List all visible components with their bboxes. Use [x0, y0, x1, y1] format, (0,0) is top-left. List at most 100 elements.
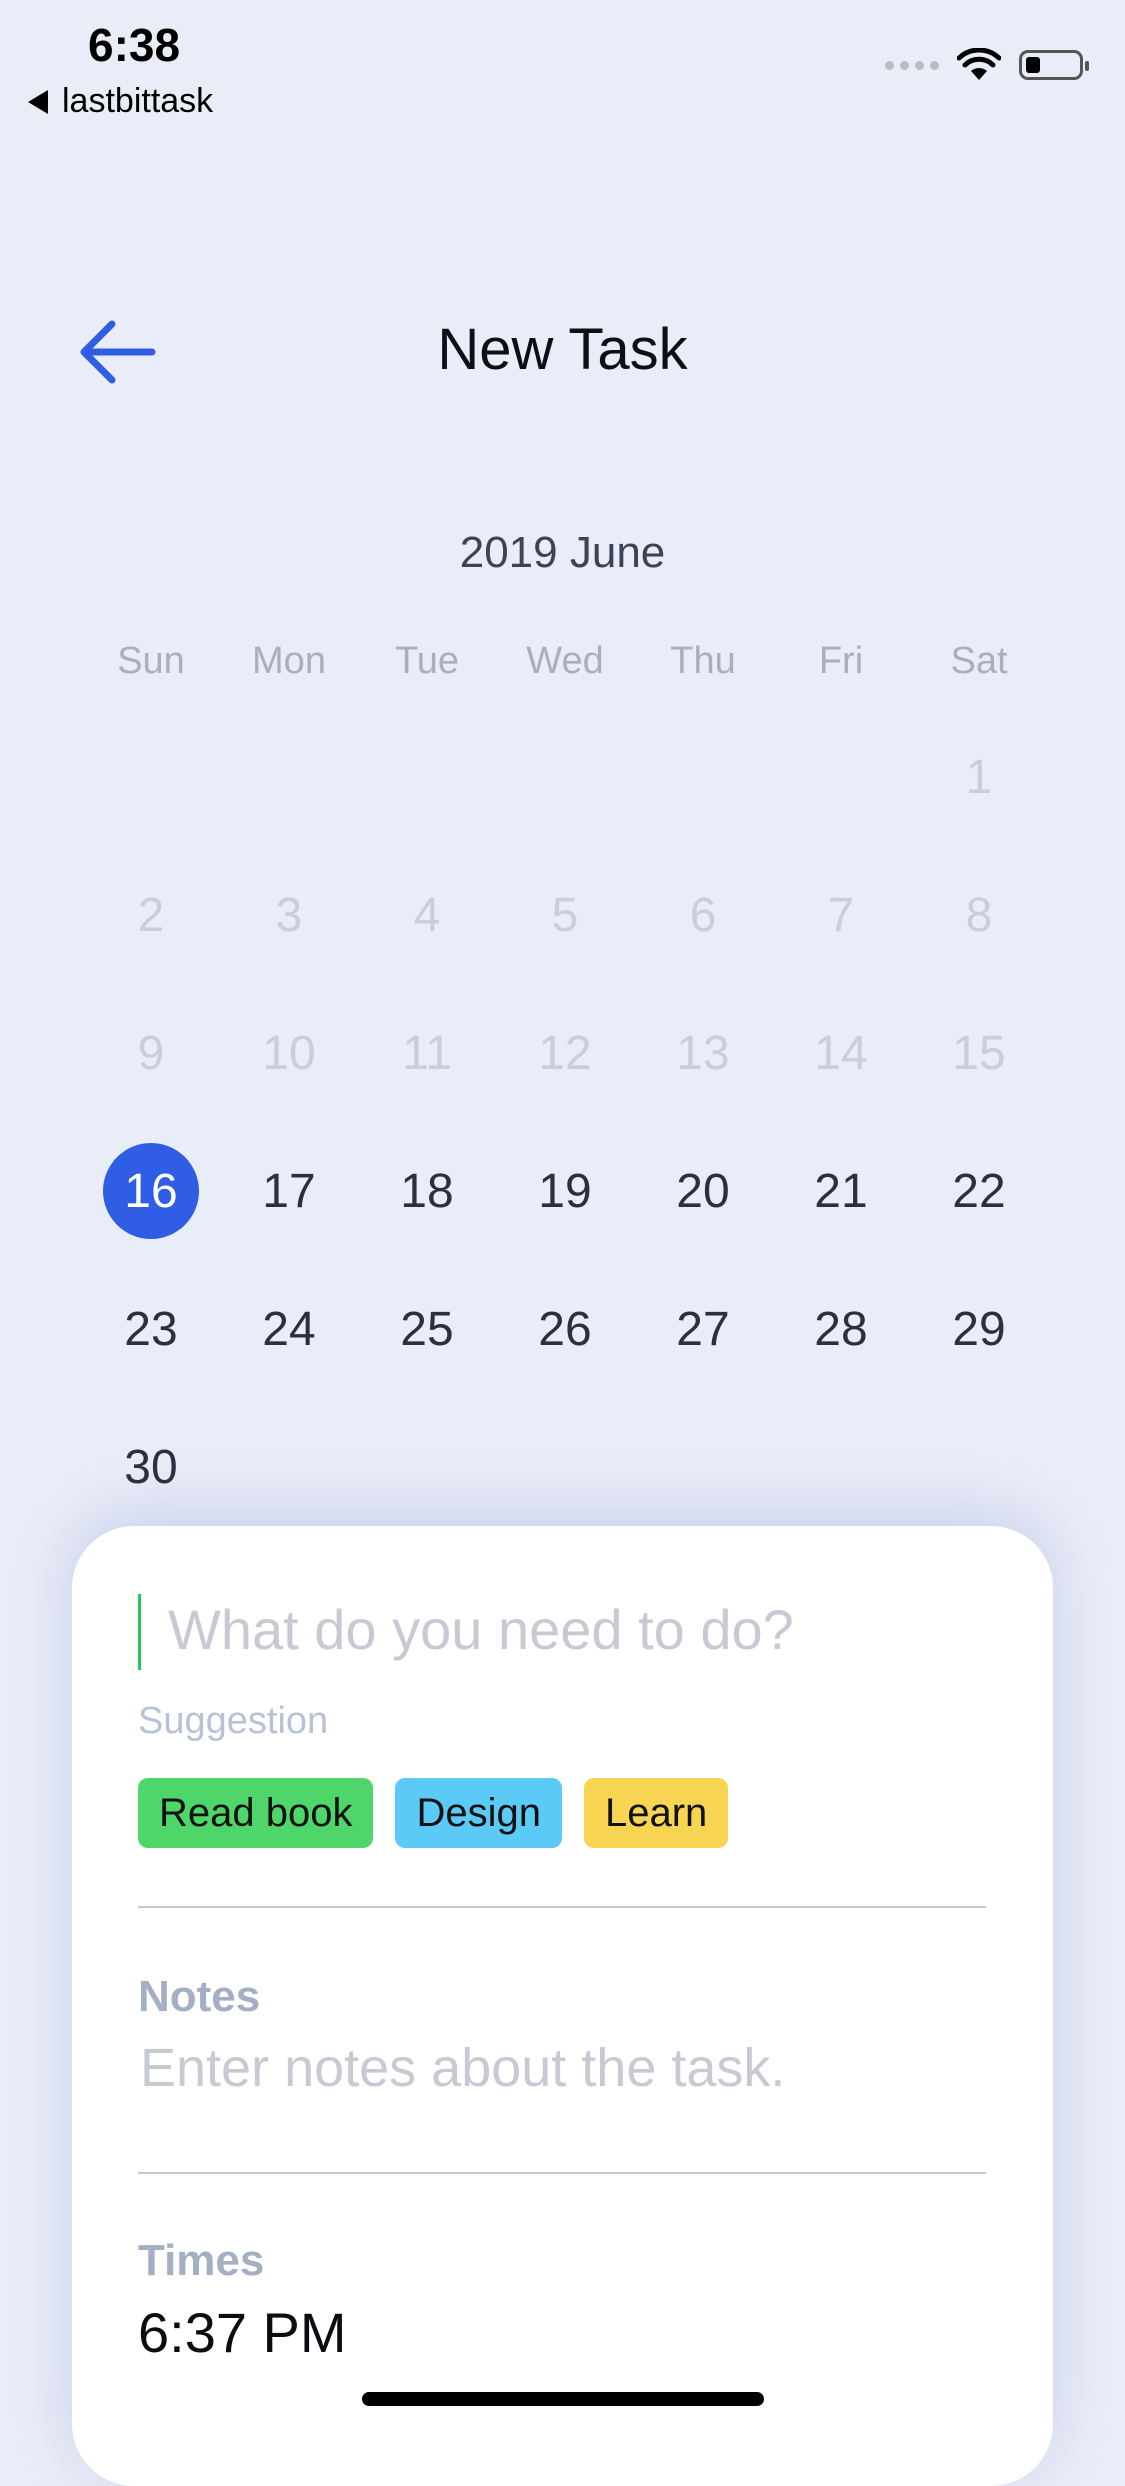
calendar-day-number: 20 [676, 1164, 730, 1218]
calendar-empty-cell [496, 1398, 634, 1536]
calendar-day-number: 23 [124, 1302, 178, 1356]
calendar-day-number: 24 [262, 1302, 316, 1356]
back-triangle-icon [28, 89, 48, 114]
calendar-day-number: 27 [676, 1302, 730, 1356]
calendar-day-selected[interactable]: 16 [82, 1122, 220, 1260]
calendar-day[interactable]: 28 [772, 1260, 910, 1398]
calendar-month-label: 2019 June [459, 528, 666, 577]
calendar-day-number: 28 [814, 1302, 868, 1356]
weekday-label: Thu [670, 640, 736, 682]
calendar-day[interactable]: 25 [358, 1260, 496, 1398]
calendar-day[interactable]: 15 [910, 984, 1048, 1122]
calendar-empty-cell [634, 1398, 772, 1536]
status-time: 6:38 [88, 19, 181, 71]
page-title: New Task [437, 317, 688, 382]
divider [138, 2172, 986, 2174]
calendar-day[interactable]: 29 [910, 1260, 1048, 1398]
back-to-app-link[interactable]: lastbittask [28, 82, 213, 121]
calendar-day[interactable]: 20 [634, 1122, 772, 1260]
calendar-day[interactable]: 11 [358, 984, 496, 1122]
calendar-day[interactable]: 26 [496, 1260, 634, 1398]
calendar-day-number: 25 [400, 1302, 454, 1356]
weekday-label: Mon [252, 640, 326, 682]
calendar-day-number: 19 [538, 1164, 592, 1218]
calendar-day[interactable]: 5 [496, 846, 634, 984]
calendar-day[interactable]: 7 [772, 846, 910, 984]
cellular-signal-icon [885, 60, 939, 70]
calendar-empty-cell [772, 708, 910, 846]
suggestion-chips: Read book Design Learn [138, 1778, 729, 1848]
new-task-form-card: Suggestion Read book Design Learn Notes … [72, 1526, 1053, 2486]
calendar-day-number: 10 [262, 1026, 316, 1080]
calendar-day-number: 16 [103, 1143, 199, 1239]
suggestion-chip-design[interactable]: Design [395, 1778, 562, 1848]
calendar-day-number: 6 [689, 888, 717, 942]
calendar-grid: 1 2 3 4 5 6 7 8 9 10 11 12 13 14 15 16 17 18 19 20 21 22 23 24 2… [82, 708, 1048, 1536]
calendar-empty-cell [910, 1398, 1048, 1536]
calendar-day-number: 3 [275, 888, 303, 942]
calendar-empty-cell [358, 708, 496, 846]
notes-input[interactable] [138, 2036, 990, 2100]
calendar-day[interactable]: 30 [82, 1398, 220, 1536]
calendar-day-number: 22 [952, 1164, 1006, 1218]
battery-icon [1019, 50, 1089, 80]
calendar-empty-cell [220, 708, 358, 846]
calendar-day[interactable]: 8 [910, 846, 1048, 984]
calendar-day-number: 13 [676, 1026, 730, 1080]
calendar-empty-cell [772, 1398, 910, 1536]
calendar-day[interactable]: 3 [220, 846, 358, 984]
calendar-day[interactable]: 21 [772, 1122, 910, 1260]
suggestion-label: Suggestion [138, 1700, 329, 1742]
calendar-day[interactable]: 12 [496, 984, 634, 1122]
task-title-input[interactable] [166, 1596, 990, 1663]
back-app-label: lastbittask [62, 82, 214, 120]
status-indicators [885, 48, 1089, 82]
calendar-day[interactable]: 27 [634, 1260, 772, 1398]
calendar-empty-cell [634, 708, 772, 846]
calendar-empty-cell [220, 1398, 358, 1536]
calendar-day-number: 2 [137, 888, 165, 942]
wifi-icon [957, 48, 1001, 80]
calendar-day-number: 14 [814, 1026, 868, 1080]
calendar-day-number: 26 [538, 1302, 592, 1356]
calendar-day[interactable]: 13 [634, 984, 772, 1122]
weekday-label: Sun [117, 640, 185, 682]
calendar-day-number: 1 [965, 750, 993, 804]
calendar-day-number: 30 [124, 1440, 178, 1494]
calendar-day-number: 4 [413, 888, 441, 942]
calendar-empty-cell [358, 1398, 496, 1536]
calendar-day[interactable]: 18 [358, 1122, 496, 1260]
calendar-day-number: 18 [400, 1164, 454, 1218]
calendar-day[interactable]: 19 [496, 1122, 634, 1260]
calendar-day-number: 5 [551, 888, 579, 942]
time-value[interactable]: 6:37 PM [138, 2300, 347, 2365]
calendar-day[interactable]: 6 [634, 846, 772, 984]
weekday-label: Fri [818, 640, 864, 682]
calendar-day-number: 11 [402, 1026, 452, 1080]
calendar-day-number: 7 [827, 888, 855, 942]
calendar-weekday-header: Sun Mon Tue Wed Thu Fri Sat [82, 640, 1048, 683]
calendar-day-number: 8 [965, 888, 993, 942]
notes-label: Notes [138, 1972, 261, 2021]
calendar-day[interactable]: 22 [910, 1122, 1048, 1260]
times-label: Times [138, 2236, 265, 2285]
suggestion-chip-read-book[interactable]: Read book [138, 1778, 374, 1848]
calendar-day[interactable]: 2 [82, 846, 220, 984]
suggestion-chip-learn[interactable]: Learn [584, 1778, 729, 1848]
calendar-day[interactable]: 17 [220, 1122, 358, 1260]
calendar-day[interactable]: 14 [772, 984, 910, 1122]
weekday-label: Wed [526, 640, 604, 682]
calendar-day[interactable]: 23 [82, 1260, 220, 1398]
calendar-day-number: 21 [814, 1164, 868, 1218]
text-cursor [138, 1594, 141, 1670]
calendar-day[interactable]: 9 [82, 984, 220, 1122]
calendar-day[interactable]: 4 [358, 846, 496, 984]
calendar-day[interactable]: 10 [220, 984, 358, 1122]
calendar-day[interactable]: 24 [220, 1260, 358, 1398]
calendar-day[interactable]: 1 [910, 708, 1048, 846]
calendar-day-number: 12 [538, 1026, 592, 1080]
calendar-day-number: 17 [262, 1164, 316, 1218]
divider [138, 1906, 986, 1908]
weekday-label: Sat [950, 640, 1008, 682]
home-indicator [362, 2392, 764, 2406]
